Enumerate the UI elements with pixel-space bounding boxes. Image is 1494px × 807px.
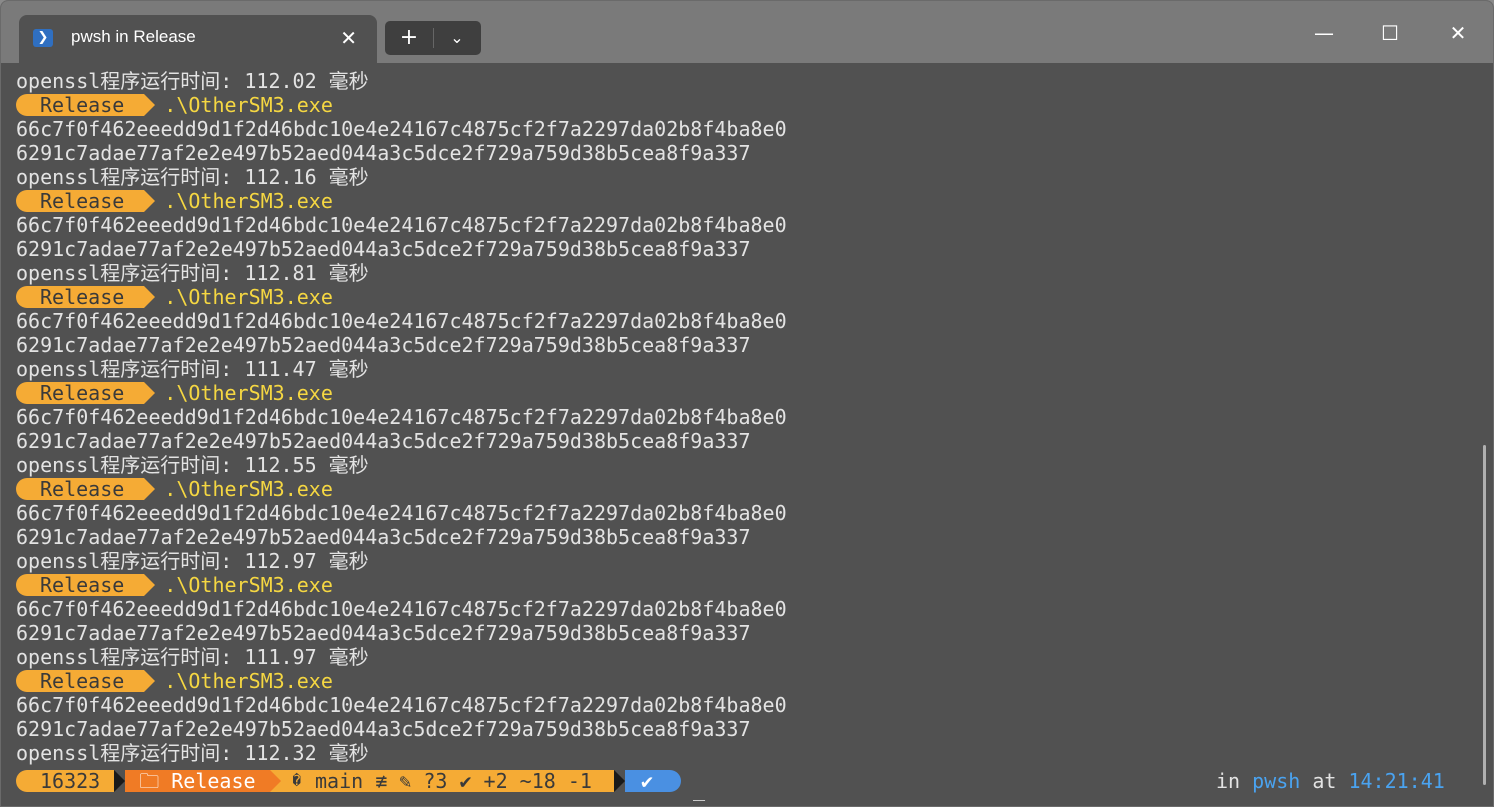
path-segment: 🗀 Release: [125, 770, 270, 792]
powershell-icon: ❯: [33, 29, 53, 47]
terminal-window: ❯ pwsh in Release ✕ + ⌄ — ☐ ✕ openssl程序运…: [0, 0, 1494, 807]
prompt-command-line: Release .\OtherSM3.exe: [16, 477, 1456, 501]
hash-output-line: 6291c7adae77af2e2e497b52aed044a3c5dce2f7…: [16, 717, 751, 741]
timing-line: openssl程序运行时间: 111.47 毫秒: [16, 357, 369, 381]
command-text: .\OtherSM3.exe: [164, 93, 333, 117]
timing-line: openssl程序运行时间: 112.02 毫秒: [16, 69, 369, 93]
segment-separator: [269, 770, 281, 792]
hash-output-line: 6291c7adae77af2e2e497b52aed044a3c5dce2f7…: [16, 141, 751, 165]
hash-output-line: 66c7f0f462eeedd9d1f2d46bdc10e4e24167c487…: [16, 213, 787, 237]
prompt-command-line: Release .\OtherSM3.exe: [16, 285, 1456, 309]
segment-separator: [613, 770, 625, 792]
prompt-command-line: Release .\OtherSM3.exe: [16, 93, 1456, 117]
prompt-command-line: Release .\OtherSM3.exe: [16, 381, 1456, 405]
prompt-command-line: Release .\OtherSM3.exe: [16, 189, 1456, 213]
timing-line: openssl程序运行时间: 112.16 毫秒: [16, 165, 369, 189]
release-badge: Release: [16, 286, 156, 308]
hash-output-line: 66c7f0f462eeedd9d1f2d46bdc10e4e24167c487…: [16, 405, 787, 429]
timing-line: openssl程序运行时间: 111.97 毫秒: [16, 645, 369, 669]
prompt-command-line: Release .\OtherSM3.exe: [16, 573, 1456, 597]
tab-close-icon[interactable]: ✕: [340, 26, 357, 50]
tab-title: pwsh in Release: [71, 27, 196, 46]
history-count: 16323: [16, 770, 115, 792]
hash-output-line: 66c7f0f462eeedd9d1f2d46bdc10e4e24167c487…: [16, 117, 787, 141]
command-text: .\OtherSM3.exe: [164, 189, 333, 213]
hash-output-line: 6291c7adae77af2e2e497b52aed044a3c5dce2f7…: [16, 525, 751, 549]
command-text: .\OtherSM3.exe: [164, 573, 333, 597]
command-text: .\OtherSM3.exe: [164, 285, 333, 309]
timing-line: openssl程序运行时间: 112.97 毫秒: [16, 549, 369, 573]
command-text: .\OtherSM3.exe: [164, 669, 333, 693]
clock-time: 14:21:41: [1348, 769, 1445, 793]
timing-line: openssl程序运行时间: 112.55 毫秒: [16, 453, 369, 477]
release-badge: Release: [16, 478, 156, 500]
tab-actions: + ⌄: [385, 21, 481, 55]
scrollbar[interactable]: [1483, 445, 1486, 785]
tab-pwsh[interactable]: ❯ pwsh in Release ✕: [19, 15, 377, 63]
chevron-down-icon[interactable]: ⌄: [433, 21, 481, 55]
hash-output-line: 6291c7adae77af2e2e497b52aed044a3c5dce2f7…: [16, 237, 751, 261]
success-check-icon: ✔: [624, 770, 681, 792]
hash-output-line: 66c7f0f462eeedd9d1f2d46bdc10e4e24167c487…: [16, 693, 787, 717]
hash-output-line: 6291c7adae77af2e2e497b52aed044a3c5dce2f7…: [16, 621, 751, 645]
hash-output-line: 66c7f0f462eeedd9d1f2d46bdc10e4e24167c487…: [16, 597, 787, 621]
shell-name: pwsh: [1252, 769, 1301, 793]
timing-line: openssl程序运行时间: 112.81 毫秒: [16, 261, 369, 285]
command-text: .\OtherSM3.exe: [164, 477, 333, 501]
release-badge: Release: [16, 94, 156, 116]
release-badge: Release: [16, 382, 156, 404]
hash-output-line: 66c7f0f462eeedd9d1f2d46bdc10e4e24167c487…: [16, 501, 787, 525]
prompt-command-line: Release .\OtherSM3.exe: [16, 669, 1456, 693]
hash-output-line: 6291c7adae77af2e2e497b52aed044a3c5dce2f7…: [16, 429, 751, 453]
hash-output-line: 66c7f0f462eeedd9d1f2d46bdc10e4e24167c487…: [16, 309, 787, 333]
release-badge: Release: [16, 574, 156, 596]
timing-line: openssl程序运行时间: 112.32 毫秒: [16, 741, 369, 765]
text-cursor: _: [692, 777, 706, 801]
right-in: in: [1216, 769, 1253, 793]
git-status: main ≢ ✎ ?3 ✔ +2 ~18 -1: [302, 770, 614, 792]
release-badge: Release: [16, 190, 156, 212]
git-branch-icon: �: [280, 770, 303, 792]
terminal-output[interactable]: openssl程序运行时间: 112.02 毫秒 Release .\OtherS…: [16, 69, 1456, 765]
prompt-line: 16323 🗀 Release � main ≢ ✎ ?3 ✔ +2 ~18 -…: [16, 769, 705, 801]
maximize-button[interactable]: ☐: [1357, 15, 1423, 51]
segment-separator: [114, 770, 126, 792]
right-at: at: [1300, 769, 1349, 793]
title-bar: ❯ pwsh in Release ✕ + ⌄ — ☐ ✕: [1, 1, 1493, 63]
right-prompt: in pwsh at 14:21:41: [1216, 769, 1445, 793]
command-text: .\OtherSM3.exe: [164, 381, 333, 405]
hash-output-line: 6291c7adae77af2e2e497b52aed044a3c5dce2f7…: [16, 333, 751, 357]
minimize-button[interactable]: —: [1291, 15, 1357, 51]
close-button[interactable]: ✕: [1425, 15, 1491, 51]
plus-icon[interactable]: +: [385, 21, 433, 55]
release-badge: Release: [16, 670, 156, 692]
